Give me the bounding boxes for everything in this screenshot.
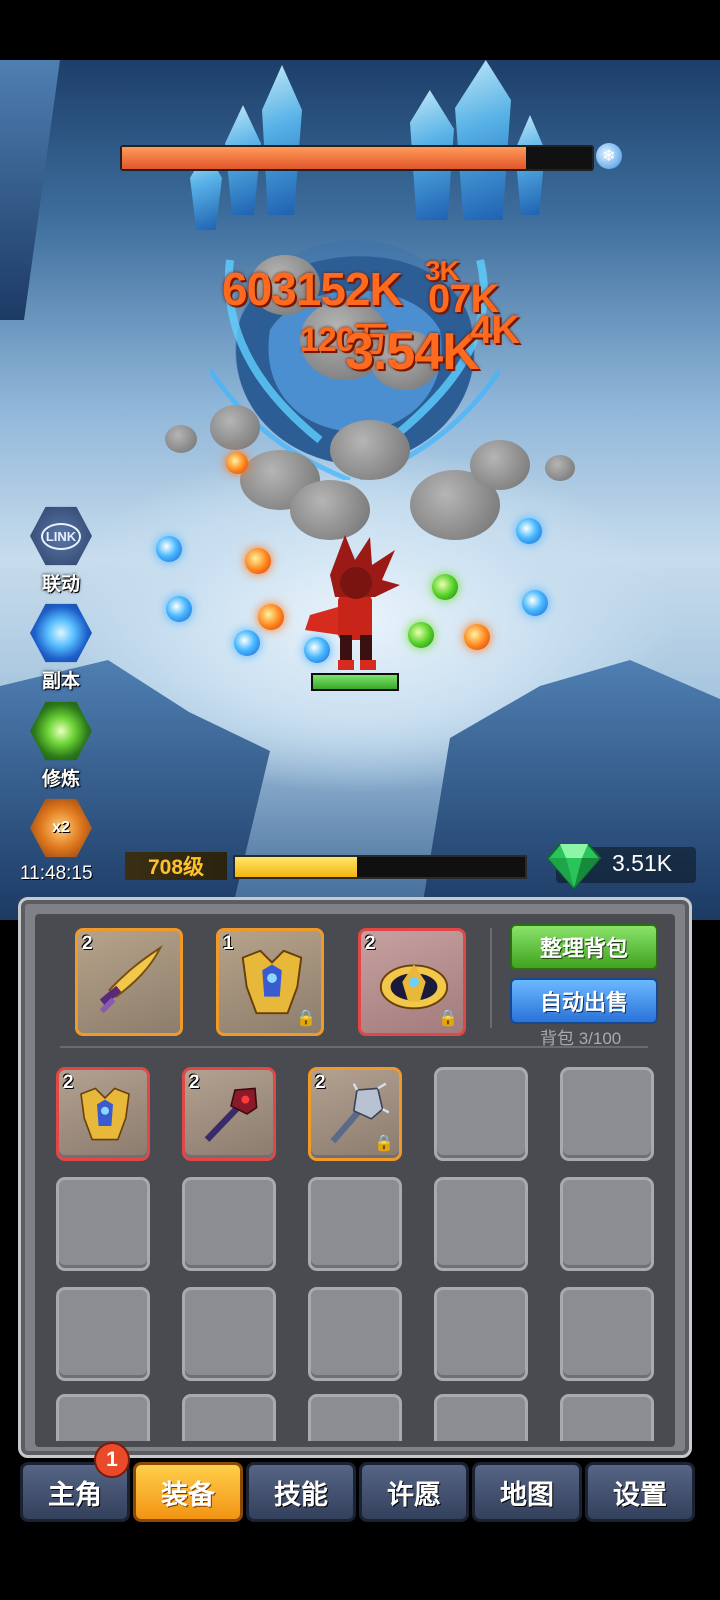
smoke-puff (290, 480, 370, 540)
bag-slot-empty[interactable] (434, 1287, 528, 1381)
item-count: 2 (365, 933, 376, 954)
side-button-linkage[interactable]: LINK 联动 (28, 505, 94, 596)
golden-armor-icon (80, 1087, 130, 1141)
damage-number: 4K (470, 308, 520, 352)
bag-slot-empty[interactable] (308, 1177, 402, 1271)
nav-tab-settings[interactable]: 设置 (585, 1462, 695, 1522)
fire-orb (258, 604, 284, 630)
hero-character (305, 535, 400, 670)
ice-orb (156, 536, 182, 562)
sort-bag-button[interactable]: 整理背包 (510, 924, 658, 970)
equipped-weapon-slot[interactable]: 2 (75, 928, 183, 1036)
equipped-crown-slot[interactable]: 2 🔒 (358, 928, 466, 1036)
nav-tab-equipment[interactable]: 装备 (133, 1462, 243, 1522)
side-button-label: 联动 (41, 574, 80, 595)
double-speed-icon: x2 (30, 798, 92, 858)
bag-slot-empty[interactable] (560, 1394, 654, 1441)
lock-icon: 🔒 (296, 1010, 316, 1027)
lock-icon: 🔒 (374, 1135, 394, 1152)
boss-health-fill (122, 147, 527, 169)
vortex-icon (30, 603, 92, 663)
bag-slot-empty[interactable] (182, 1177, 276, 1271)
golden-blade-icon (99, 945, 163, 1014)
ice-crystal (455, 60, 511, 220)
xp-bar (233, 855, 527, 879)
ice-orb (522, 590, 548, 616)
bag-slot-item[interactable]: 2 (56, 1067, 150, 1161)
smoke-puff (330, 420, 410, 480)
item-count: 2 (315, 1072, 326, 1093)
bag-slot-empty[interactable] (434, 1394, 528, 1441)
bag-slot-empty[interactable] (182, 1394, 276, 1441)
smoke-puff (165, 425, 197, 453)
ice-orb (234, 630, 260, 656)
ice-crystal (262, 65, 302, 215)
side-button-training[interactable]: 修炼 (28, 700, 94, 791)
bag-slot-item[interactable]: 2 🔒 (308, 1067, 402, 1161)
bag-slot-empty[interactable] (308, 1394, 402, 1441)
smoke-puff (470, 440, 530, 490)
hero-health-bar (311, 673, 399, 691)
nav-tab-map[interactable]: 地图 (472, 1462, 582, 1522)
bag-slot-empty[interactable] (56, 1394, 150, 1441)
item-count: 2 (63, 1072, 74, 1093)
bag-slot-empty[interactable] (560, 1177, 654, 1271)
poison-orb (408, 622, 434, 648)
divider (60, 1046, 648, 1048)
dark-staff-icon (204, 1087, 258, 1142)
bag-slot-empty[interactable] (182, 1287, 276, 1381)
side-button-label: 副本 (41, 671, 80, 692)
side-button-label: 修炼 (41, 769, 80, 790)
bag-slot-empty[interactable] (56, 1287, 150, 1381)
poison-orb (432, 574, 458, 600)
xp-fill (235, 857, 357, 877)
boss-health-bar (120, 145, 594, 171)
ice-element-icon: ❄ (596, 143, 622, 169)
side-button-double-speed[interactable]: x2 (28, 797, 94, 859)
item-count: 1 (223, 933, 234, 954)
equipped-armor-slot[interactable]: 1 🔒 (216, 928, 324, 1036)
boost-countdown: 11:48:15 (20, 863, 93, 884)
bag-slot-empty[interactable] (560, 1067, 654, 1161)
side-button-dungeon[interactable]: 副本 (28, 602, 94, 693)
fire-orb (226, 452, 248, 474)
bag-slot-item[interactable]: 2 (182, 1067, 276, 1161)
bag-slot-empty[interactable] (560, 1287, 654, 1381)
damage-number: 3.54K (345, 323, 480, 381)
smoke-puff (545, 455, 575, 481)
bag-row-partial (30, 1394, 680, 1441)
nav-tab-wish[interactable]: 许愿 (359, 1462, 469, 1522)
notification-badge: 1 (94, 1442, 130, 1478)
training-icon (30, 701, 92, 761)
bag-slot-empty[interactable] (434, 1177, 528, 1271)
far-left-cliff (0, 60, 60, 320)
hero-health-fill (313, 675, 397, 689)
item-count: 2 (189, 1072, 200, 1093)
fire-orb (464, 624, 490, 650)
auto-sell-button[interactable]: 自动出售 (510, 978, 658, 1024)
damage-number: 603152K (222, 263, 403, 315)
lock-icon: 🔒 (438, 1010, 458, 1027)
player-level: 708级 (125, 852, 227, 880)
bag-slot-empty[interactable] (56, 1177, 150, 1271)
bag-slot-empty[interactable] (434, 1067, 528, 1161)
nav-tab-skills[interactable]: 技能 (246, 1462, 356, 1522)
item-count: 2 (82, 933, 93, 954)
gem-icon (546, 843, 602, 890)
fire-orb (245, 548, 271, 574)
ice-orb (516, 518, 542, 544)
bag-slot-empty[interactable] (308, 1287, 402, 1381)
divider (490, 928, 492, 1028)
gem-count: 3.51K (612, 850, 673, 876)
double-speed-label: x2 (52, 819, 70, 836)
link-icon: LINK (30, 506, 92, 566)
smoke-puff (210, 405, 260, 450)
ice-orb (166, 596, 192, 622)
